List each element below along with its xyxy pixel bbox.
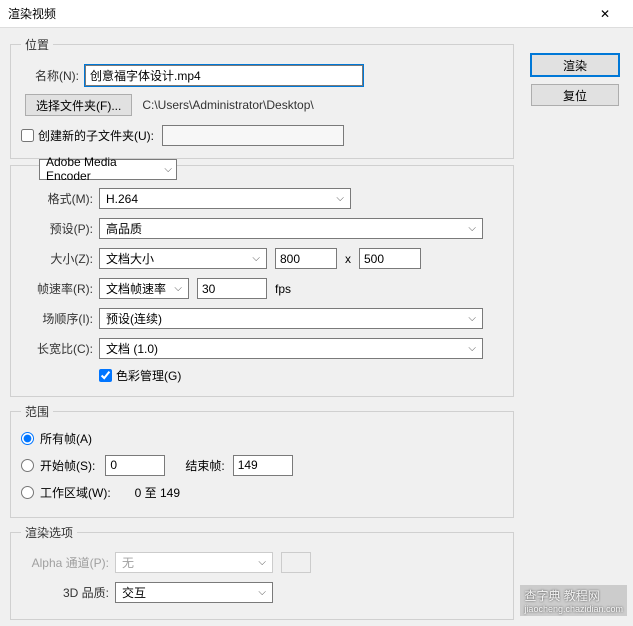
quality-label: 3D 品质: — [21, 584, 109, 601]
format-value: H.264 — [106, 192, 138, 206]
encoder-fieldset: Adobe Media Encoder ⌵ 格式(M): H.264 ⌵ 预设(… — [10, 165, 514, 397]
range-fieldset: 范围 所有帧(A) 开始帧(S): 结束帧: 工作区域(W): 0 至 149 — [10, 403, 514, 518]
width-input[interactable] — [275, 248, 337, 269]
close-icon: ✕ — [600, 7, 610, 21]
size-mode-select[interactable]: 文档大小 ⌵ — [99, 248, 267, 269]
x-separator: x — [345, 252, 351, 266]
render-options-legend: 渲染选项 — [21, 524, 77, 541]
work-area-range: 0 至 149 — [135, 484, 180, 501]
preset-select[interactable]: 高品质 ⌵ — [99, 218, 483, 239]
render-options-fieldset: 渲染选项 Alpha 通道(P): 无 ⌵ 3D 品质: 交互 ⌵ — [10, 524, 514, 620]
chevron-down-icon: ⌵ — [254, 557, 270, 568]
preset-value: 高品质 — [106, 220, 142, 237]
chevron-down-icon: ⌵ — [164, 164, 172, 175]
name-input[interactable] — [85, 65, 363, 86]
chevron-down-icon: ⌵ — [248, 253, 264, 264]
size-mode-value: 文档大小 — [106, 250, 154, 267]
quality-value: 交互 — [122, 584, 146, 601]
start-frame-label: 开始帧(S): — [40, 457, 95, 474]
subfolder-checkbox[interactable] — [21, 129, 34, 142]
range-legend: 范围 — [21, 403, 53, 420]
end-frame-label: 结束帧: — [185, 457, 224, 474]
quality-select[interactable]: 交互 ⌵ — [115, 582, 273, 603]
chevron-down-icon: ⌵ — [464, 223, 480, 234]
format-label: 格式(M): — [21, 190, 93, 207]
name-label: 名称(N): — [21, 67, 79, 84]
all-frames-radio[interactable] — [21, 432, 34, 445]
field-select[interactable]: 预设(连续) ⌵ — [99, 308, 483, 329]
encoder-engine-select[interactable]: Adobe Media Encoder ⌵ — [39, 159, 177, 180]
dialog-content: 位置 名称(N): 选择文件夹(F)... C:\Users\Administr… — [0, 28, 633, 620]
work-area-label: 工作区域(W): — [40, 484, 111, 501]
end-frame-input[interactable] — [233, 455, 293, 476]
alpha-value: 无 — [122, 554, 134, 571]
subfolder-input[interactable] — [162, 125, 344, 146]
alpha-label: Alpha 通道(P): — [21, 554, 109, 571]
format-select[interactable]: H.264 ⌵ — [99, 188, 351, 209]
watermark-line1: 查字典 教程网 — [524, 587, 623, 604]
field-label: 场顺序(I): — [21, 310, 93, 327]
reset-button[interactable]: 复位 — [531, 84, 619, 106]
aspect-select[interactable]: 文档 (1.0) ⌵ — [99, 338, 483, 359]
aspect-value: 文档 (1.0) — [106, 340, 158, 357]
chevron-down-icon: ⌵ — [332, 193, 348, 204]
render-button[interactable]: 渲染 — [531, 54, 619, 76]
watermark: 查字典 教程网 jiaocheng.chazidian.com — [520, 585, 627, 616]
alpha-swatch — [281, 552, 311, 573]
subfolder-label: 创建新的子文件夹(U): — [38, 127, 154, 144]
fps-unit: fps — [275, 282, 291, 296]
chevron-down-icon: ⌵ — [254, 587, 270, 598]
start-frame-input[interactable] — [105, 455, 165, 476]
fps-input[interactable] — [197, 278, 267, 299]
aspect-label: 长宽比(C): — [21, 340, 93, 357]
color-mgmt-checkbox[interactable] — [99, 369, 112, 382]
choose-folder-button[interactable]: 选择文件夹(F)... — [25, 94, 132, 116]
location-fieldset: 位置 名称(N): 选择文件夹(F)... C:\Users\Administr… — [10, 36, 514, 159]
window-title: 渲染视频 — [8, 5, 56, 22]
chevron-down-icon: ⌵ — [464, 313, 480, 324]
fps-mode-value: 文档帧速率 — [106, 280, 166, 297]
encoder-engine-value: Adobe Media Encoder — [46, 155, 164, 183]
fps-mode-select[interactable]: 文档帧速率 ⌵ — [99, 278, 189, 299]
height-input[interactable] — [359, 248, 421, 269]
title-bar: 渲染视频 ✕ — [0, 0, 633, 28]
watermark-line2: jiaocheng.chazidian.com — [524, 604, 623, 614]
close-button[interactable]: ✕ — [585, 0, 625, 28]
all-frames-label: 所有帧(A) — [40, 430, 92, 447]
location-legend: 位置 — [21, 36, 53, 53]
fps-label: 帧速率(R): — [21, 280, 93, 297]
start-frame-radio[interactable] — [21, 459, 34, 472]
alpha-select: 无 ⌵ — [115, 552, 273, 573]
chevron-down-icon: ⌵ — [170, 283, 186, 294]
size-label: 大小(Z): — [21, 250, 93, 267]
field-value: 预设(连续) — [106, 310, 162, 327]
preset-label: 预设(P): — [21, 220, 93, 237]
chevron-down-icon: ⌵ — [464, 343, 480, 354]
work-area-radio[interactable] — [21, 486, 34, 499]
folder-path: C:\Users\Administrator\Desktop\ — [142, 98, 313, 112]
color-mgmt-label: 色彩管理(G) — [116, 367, 181, 384]
